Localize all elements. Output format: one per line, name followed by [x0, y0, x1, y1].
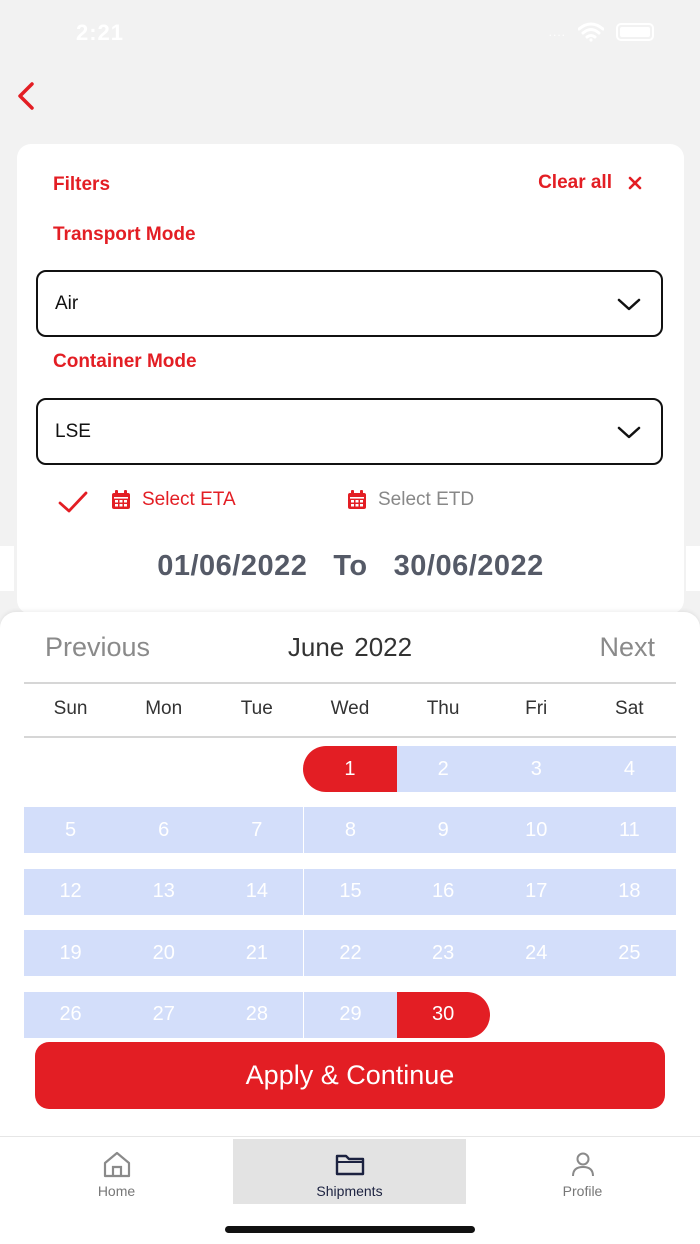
calendar-day-11[interactable]: 11	[582, 807, 676, 854]
calendar-day-7[interactable]: 7	[210, 807, 304, 854]
calendar-sheet: Previous June 2022 Next Sun Mon Tue Wed Thu Fr…	[0, 612, 700, 1136]
background-strip-right	[686, 546, 700, 591]
clear-all-label: Clear all	[538, 172, 612, 193]
weekday-label: Mon	[145, 698, 183, 719]
transport-mode-label: Transport Mode	[53, 224, 196, 245]
calendar-day-30[interactable]: 30	[396, 991, 490, 1038]
weekday-label: Fri	[525, 698, 548, 719]
chevron-left-icon	[18, 82, 34, 110]
weekday-label: Sat	[615, 698, 644, 719]
calendar-day-1[interactable]: 1	[303, 746, 397, 792]
container-mode-label: Container Mode	[53, 351, 197, 372]
calendar-icon	[348, 490, 366, 509]
calendar-day-24[interactable]: 24	[489, 930, 583, 977]
calendar-day-14[interactable]: 14	[210, 868, 304, 915]
calendar-day-17[interactable]: 17	[489, 868, 583, 915]
calendar-day-26[interactable]: 26	[24, 991, 118, 1038]
status-icons: ....	[549, 22, 654, 42]
tab-profile-label: Profile	[562, 1183, 603, 1199]
wifi-icon	[578, 22, 604, 42]
date-range-display: 01/06/2022 To 30/06/2022	[17, 550, 684, 583]
calendar-day-10[interactable]: 10	[489, 807, 583, 854]
calendar-day-23[interactable]: 23	[396, 930, 490, 977]
checkmark-icon	[58, 491, 88, 513]
tab-bar: Home Shipments Profile	[0, 1136, 700, 1244]
calendar-day-21[interactable]: 21	[210, 930, 304, 977]
weekday-label: Thu	[426, 698, 460, 719]
calendar-day-4[interactable]: 4	[582, 746, 676, 792]
transport-mode-value: Air	[55, 293, 79, 314]
select-eta-label: Select ETA	[142, 489, 236, 510]
home-indicator	[225, 1226, 475, 1233]
previous-month-button[interactable]: Previous	[45, 632, 150, 663]
calendar-day-9[interactable]: 9	[396, 807, 490, 854]
select-eta-option[interactable]: Select ETA	[110, 489, 236, 511]
tab-home[interactable]: Home	[0, 1139, 233, 1204]
calendar-divider	[24, 682, 676, 684]
calendar-day-29[interactable]: 29	[303, 991, 397, 1038]
filters-title: Filters	[53, 174, 111, 195]
calendar-day-25[interactable]: 25	[582, 930, 676, 977]
weekday-label: Wed	[330, 698, 370, 719]
status-time: 2:21	[76, 20, 125, 45]
chevron-down-icon	[617, 426, 641, 439]
calendar-day-12[interactable]: 12	[24, 868, 118, 915]
weekday-label: Tue	[240, 698, 273, 719]
apply-continue-button[interactable]: Apply & Continue	[35, 1042, 665, 1109]
date-from: 01/06/2022	[157, 550, 308, 582]
calendar-day-6[interactable]: 6	[117, 807, 211, 854]
calendar-day-15[interactable]: 15	[303, 868, 397, 915]
calendar-day-19[interactable]: 19	[24, 930, 118, 977]
calendar-nav: Previous June 2022 Next	[0, 630, 700, 666]
weekday-label: Sun	[53, 698, 88, 719]
calendar-year: 2022	[354, 632, 413, 662]
back-button[interactable]	[10, 78, 46, 114]
folder-icon	[335, 1154, 364, 1176]
calendar-day-8[interactable]: 8	[303, 807, 397, 854]
select-etd-option[interactable]: Select ETD	[346, 489, 474, 511]
tab-shipments[interactable]: Shipments	[233, 1139, 466, 1204]
signal-icon: ....	[548, 25, 566, 39]
home-icon	[103, 1151, 130, 1178]
next-month-button[interactable]: Next	[599, 632, 655, 663]
calendar-day-18[interactable]: 18	[582, 868, 676, 915]
calendar-day-27[interactable]: 27	[117, 991, 211, 1038]
select-etd-label: Select ETD	[378, 489, 475, 510]
calendar-day-28[interactable]: 28	[210, 991, 304, 1038]
clear-all-button[interactable]: Clear all	[538, 172, 642, 194]
calendar-divider	[24, 736, 676, 738]
calendar-day-16[interactable]: 16	[396, 868, 490, 915]
calendar-month: June	[287, 632, 345, 662]
date-to: 30/06/2022	[393, 550, 544, 582]
date-type-toggle: Select ETA Select ETD	[57, 486, 657, 518]
tab-profile[interactable]: Profile	[466, 1139, 699, 1204]
container-mode-select[interactable]: LSE	[36, 398, 663, 465]
background-strip-left	[0, 546, 14, 591]
tab-home-label: Home	[97, 1183, 136, 1199]
container-mode-value: LSE	[55, 421, 91, 442]
filters-card: Filters Clear all Transport Mode Air Con…	[17, 144, 684, 614]
tab-shipments-label: Shipments	[316, 1183, 383, 1199]
calendar-icon	[112, 490, 130, 509]
status-bar: 2:21 ....	[0, 0, 700, 66]
calendar-day-22[interactable]: 22	[303, 930, 397, 977]
transport-mode-select[interactable]: Air	[36, 270, 663, 337]
weekday-header: Sun Mon Tue Wed Thu Fri Sat	[24, 698, 676, 720]
calendar-day-2[interactable]: 2	[396, 746, 490, 792]
calendar-day-3[interactable]: 3	[489, 746, 583, 792]
battery-icon	[616, 23, 654, 41]
date-to-label: To	[333, 550, 368, 582]
calendar-day-20[interactable]: 20	[117, 930, 211, 977]
calendar-day-13[interactable]: 13	[117, 868, 211, 915]
calendar-day-5[interactable]: 5	[24, 807, 118, 854]
close-icon	[628, 176, 642, 190]
user-icon	[571, 1152, 594, 1177]
chevron-down-icon	[617, 298, 641, 311]
